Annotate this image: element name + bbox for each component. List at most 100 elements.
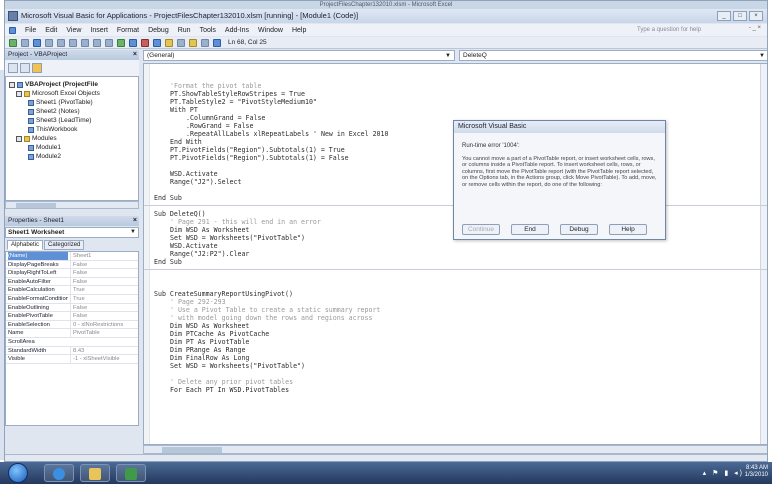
margin-indicator-bar[interactable] <box>144 64 150 444</box>
code-line[interactable]: Dim PRange As Range <box>154 346 245 354</box>
reset-icon[interactable] <box>141 38 149 47</box>
tree-node-sheet3[interactable]: Sheet3 (LeadTime) <box>28 117 91 124</box>
code-line[interactable]: .RepeatAllLabels xlRepeatLabels ' New in… <box>154 130 388 138</box>
code-line[interactable]: Set WSD = Worksheets("PivotTable") <box>154 362 305 370</box>
code-line[interactable]: Range("J2").Select <box>154 178 241 186</box>
property-row[interactable]: EnableOutlining False <box>6 303 138 313</box>
code-line[interactable]: 'Format the pivot table <box>154 82 261 90</box>
code-line[interactable]: Dim PT As PivotTable <box>154 338 249 346</box>
copy-icon[interactable] <box>57 38 65 47</box>
tree-node-module2[interactable]: Module2 <box>28 153 61 160</box>
close-icon[interactable]: × <box>133 216 137 226</box>
debug-button[interactable]: Debug <box>560 224 598 235</box>
chevron-down-icon[interactable]: ▼ <box>445 51 451 61</box>
tree-node-sheet1[interactable]: Sheet1 (PivotTable) <box>28 99 93 106</box>
property-row[interactable]: DisplayPageBreaks False <box>6 260 138 270</box>
restore-button[interactable]: □ <box>733 11 747 21</box>
code-line[interactable]: ' Page 291 - this will end in an error <box>154 218 321 226</box>
close-button[interactable]: × <box>749 11 763 21</box>
run-icon[interactable] <box>117 38 125 47</box>
tab-alphabetic[interactable]: Alphabetic <box>7 240 44 250</box>
code-line[interactable]: Dim FinalRow As Long <box>154 354 249 362</box>
break-icon[interactable] <box>129 38 137 47</box>
taskbar-excel[interactable] <box>116 464 146 482</box>
code-line[interactable]: Dim WSD As Worksheet <box>154 226 249 234</box>
chevron-down-icon[interactable]: ▼ <box>130 228 136 237</box>
property-row[interactable]: EnableFormatConditions True <box>6 295 138 304</box>
property-row[interactable]: (Name) Sheet1 <box>6 252 138 261</box>
menu-file[interactable]: File <box>25 27 36 34</box>
properties-object-select[interactable]: Sheet1 Worksheet ▼ <box>5 227 139 238</box>
property-row[interactable]: DisplayRightToLeft False <box>6 269 138 278</box>
tree-node-thisworkbook[interactable]: ThisWorkbook <box>28 126 77 133</box>
view-code-icon[interactable] <box>8 63 18 73</box>
code-line[interactable]: End Sub <box>154 258 182 266</box>
code-line[interactable]: Dim PTCache As PivotCache <box>154 330 269 338</box>
properties-window-icon[interactable] <box>177 38 185 47</box>
code-line[interactable]: Set WSD = Worksheets("PivotTable") <box>154 234 305 242</box>
redo-icon[interactable] <box>105 38 113 47</box>
property-row[interactable]: EnableCalculation True <box>6 286 138 295</box>
menu-window[interactable]: Window <box>258 27 283 34</box>
close-icon[interactable]: × <box>133 50 137 60</box>
code-horizontal-scrollbar[interactable] <box>143 445 767 454</box>
code-line[interactable]: Sub DeleteQ() <box>154 210 206 218</box>
code-line[interactable]: PT.ShowTableStyleRowStripes = True <box>154 90 305 98</box>
help-question-input[interactable]: Type a question for help <box>637 25 737 35</box>
tree-node-module1[interactable]: Module1 <box>28 144 61 151</box>
toggle-folders-icon[interactable] <box>32 63 42 73</box>
mdi-controls[interactable]: - _ × <box>749 25 761 31</box>
property-row[interactable]: EnablePivotTable False <box>6 312 138 321</box>
collapse-icon[interactable] <box>16 135 22 142</box>
code-line[interactable]: With PT <box>154 106 198 114</box>
menu-insert[interactable]: Insert <box>90 27 108 34</box>
property-row[interactable]: Name PivotTable <box>6 329 138 338</box>
save-icon[interactable] <box>33 38 41 47</box>
chevron-down-icon[interactable]: ▼ <box>759 51 765 61</box>
paste-icon[interactable] <box>69 38 77 47</box>
taskbar-explorer[interactable] <box>80 464 110 482</box>
collapse-icon[interactable] <box>16 90 22 97</box>
undo-icon[interactable] <box>93 38 101 47</box>
menu-addins[interactable]: Add-Ins <box>225 27 249 34</box>
code-line[interactable]: ' Use a Pivot Table to create a static s… <box>154 306 380 314</box>
taskbar-clock[interactable]: 8:43 AM 1/3/2010 <box>745 465 768 479</box>
code-line[interactable]: .RowGrand = False <box>154 122 254 130</box>
menu-run[interactable]: Run <box>178 27 191 34</box>
property-row[interactable]: EnableAutoFilter False <box>6 277 138 287</box>
property-row[interactable]: Visible -1 - xlSheetVisible <box>6 355 138 364</box>
object-select[interactable]: (General) ▼ <box>143 50 455 61</box>
code-line[interactable]: ' Page 292-293 <box>154 298 226 306</box>
help-button[interactable]: Help <box>609 224 647 235</box>
minimize-button[interactable]: _ <box>717 11 731 21</box>
code-line[interactable]: Sub CreateSummaryReportUsingPivot() <box>154 290 293 298</box>
code-line[interactable]: ' Delete any prior pivot tables <box>154 378 293 386</box>
menu-debug[interactable]: Debug <box>148 27 169 34</box>
property-row[interactable]: EnableSelection 0 - xlNoRestrictions <box>6 320 138 330</box>
view-excel-icon[interactable] <box>9 38 17 47</box>
menu-tools[interactable]: Tools <box>200 27 216 34</box>
start-button[interactable] <box>8 463 28 483</box>
cut-icon[interactable] <box>45 38 53 47</box>
system-tray-icons[interactable]: ▴ ⚑ ▮ ◂) <box>703 469 744 477</box>
object-browser-icon[interactable] <box>189 38 197 47</box>
menu-format[interactable]: Format <box>117 27 139 34</box>
continue-button[interactable]: Continue <box>462 224 500 235</box>
property-row[interactable]: StandardWidth 8.43 <box>6 346 138 356</box>
code-line[interactable]: .ColumnGrand = False <box>154 114 265 122</box>
code-line[interactable]: End Sub <box>154 194 182 202</box>
view-object-icon[interactable] <box>20 63 30 73</box>
tree-node-vbaproject[interactable]: VBAProject (ProjectFile <box>9 81 98 88</box>
end-button[interactable]: End <box>511 224 549 235</box>
code-line[interactable]: PT.PivotFields("Region").Subtotals(1) = … <box>154 146 345 154</box>
design-mode-icon[interactable] <box>153 38 161 47</box>
tree-node-excel-objects[interactable]: Microsoft Excel Objects <box>16 90 100 97</box>
tree-node-modules[interactable]: Modules <box>16 135 57 142</box>
taskbar-ie[interactable] <box>44 464 74 482</box>
code-line[interactable]: PT.TableStyle2 = "PivotStyleMedium10" <box>154 98 317 106</box>
code-line[interactable]: For Each PT In WSD.PivotTables <box>154 386 289 394</box>
project-pane-scrollbar[interactable] <box>5 201 139 209</box>
menu-edit[interactable]: Edit <box>45 27 57 34</box>
code-line[interactable]: WSD.Activate <box>154 170 218 178</box>
code-line[interactable]: ' with model going down the rows and reg… <box>154 314 372 322</box>
